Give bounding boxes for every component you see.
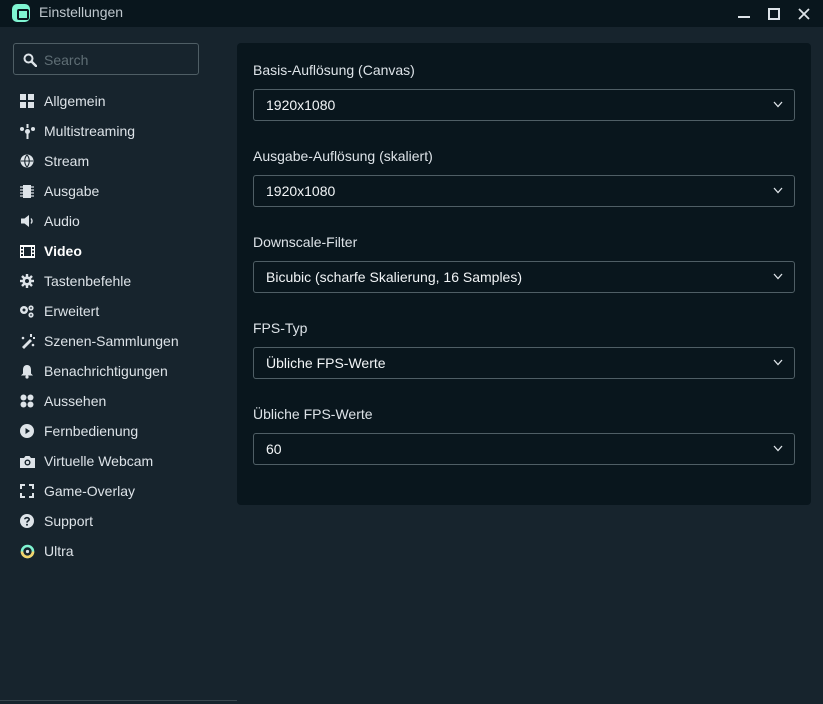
downscale-filter-select[interactable]: Bicubic (scharfe Skalierung, 16 Samples) bbox=[253, 261, 795, 293]
palette-icon bbox=[19, 393, 35, 409]
chevron-down-icon bbox=[773, 445, 783, 452]
fps-type-select[interactable]: Übliche FPS-Werte bbox=[253, 347, 795, 379]
sidebar-item-ultra[interactable]: Ultra bbox=[0, 536, 223, 566]
chevron-down-icon bbox=[773, 187, 783, 194]
ultra-icon bbox=[19, 543, 35, 559]
gear-icon bbox=[19, 273, 35, 289]
base-resolution-select[interactable]: 1920x1080 bbox=[253, 89, 795, 121]
chevron-down-icon bbox=[773, 273, 783, 280]
sidebar-item-benachrichtigungen[interactable]: Benachrichtigungen bbox=[0, 356, 223, 386]
output-resolution-label: Ausgabe-Auflösung (skaliert) bbox=[253, 148, 433, 164]
sidebar-item-label: Ultra bbox=[44, 543, 74, 559]
play-circle-icon bbox=[19, 423, 35, 439]
sidebar-item-label: Video bbox=[44, 243, 82, 259]
sidebar-item-label: Szenen-Sammlungen bbox=[44, 333, 179, 349]
base-resolution-label: Basis-Auflösung (Canvas) bbox=[253, 62, 415, 78]
bell-icon bbox=[19, 363, 35, 379]
grid-icon bbox=[19, 93, 35, 109]
sidebar-item-label: Tastenbefehle bbox=[44, 273, 132, 289]
sidebar-item-stream[interactable]: Stream bbox=[0, 146, 223, 176]
minimize-icon bbox=[738, 15, 750, 18]
sidebar: Allgemein Multistreaming Stream Ausgabe … bbox=[0, 27, 223, 704]
sidebar-item-label: Audio bbox=[44, 213, 80, 229]
minimize-button[interactable] bbox=[729, 0, 759, 27]
sidebar-item-label: Game-Overlay bbox=[44, 483, 136, 499]
video-settings-panel: Basis-Auflösung (Canvas) 1920x1080 Ausga… bbox=[237, 43, 811, 505]
select-value: 1920x1080 bbox=[266, 97, 336, 113]
sidebar-item-virtuelle-webcam[interactable]: Virtuelle Webcam bbox=[0, 446, 223, 476]
sidebar-item-aussehen[interactable]: Aussehen bbox=[0, 386, 223, 416]
downscale-filter-label: Downscale-Filter bbox=[253, 234, 358, 250]
sidebar-item-label: Erweitert bbox=[44, 303, 100, 319]
chevron-down-icon bbox=[773, 101, 783, 108]
sidebar-item-label: Aussehen bbox=[44, 393, 107, 409]
globe-icon bbox=[19, 153, 35, 169]
window-title: Einstellungen bbox=[39, 4, 124, 20]
maximize-button[interactable] bbox=[759, 0, 789, 27]
sidebar-item-allgemein[interactable]: Allgemein bbox=[0, 86, 223, 116]
sidebar-item-ausgabe[interactable]: Ausgabe bbox=[0, 176, 223, 206]
collection-icon bbox=[19, 333, 35, 349]
sidebar-item-label: Multistreaming bbox=[44, 123, 136, 139]
search-input[interactable] bbox=[44, 51, 194, 69]
sidebar-item-szenen-sammlungen[interactable]: Szenen-Sammlungen bbox=[0, 326, 223, 356]
sidebar-bottom-divider bbox=[0, 700, 237, 701]
sidebar-item-label: Benachrichtigungen bbox=[44, 363, 168, 379]
sidebar-item-tastenbefehle[interactable]: Tastenbefehle bbox=[0, 266, 223, 296]
select-value: 1920x1080 bbox=[266, 183, 336, 199]
close-button[interactable] bbox=[789, 0, 819, 27]
sidebar-item-multistreaming[interactable]: Multistreaming bbox=[0, 116, 223, 146]
sidebar-item-audio[interactable]: Audio bbox=[0, 206, 223, 236]
chip-icon bbox=[19, 183, 35, 199]
common-fps-select[interactable]: 60 bbox=[253, 433, 795, 465]
camera-icon bbox=[19, 453, 35, 469]
sidebar-item-label: Allgemein bbox=[44, 93, 106, 109]
multistream-icon bbox=[19, 123, 35, 139]
select-value: 60 bbox=[266, 441, 282, 457]
sidebar-item-game-overlay[interactable]: Game-Overlay bbox=[0, 476, 223, 506]
close-icon bbox=[798, 7, 810, 20]
output-resolution-select[interactable]: 1920x1080 bbox=[253, 175, 795, 207]
sidebar-item-erweitert[interactable]: Erweitert bbox=[0, 296, 223, 326]
sidebar-item-video[interactable]: Video bbox=[0, 236, 223, 266]
sidebar-item-label: Stream bbox=[44, 153, 90, 169]
question-icon bbox=[19, 513, 35, 529]
select-value: Bicubic (scharfe Skalierung, 16 Samples) bbox=[266, 269, 523, 285]
gears-icon bbox=[19, 303, 35, 319]
sidebar-item-label: Support bbox=[44, 513, 94, 529]
chevron-down-icon bbox=[773, 359, 783, 366]
sidebar-item-fernbedienung[interactable]: Fernbedienung bbox=[0, 416, 223, 446]
title-bar: Einstellungen bbox=[0, 0, 823, 27]
expand-icon bbox=[19, 483, 35, 499]
common-fps-label: Übliche FPS-Werte bbox=[253, 406, 373, 422]
select-value: Übliche FPS-Werte bbox=[266, 355, 386, 371]
sidebar-item-support[interactable]: Support bbox=[0, 506, 223, 536]
film-icon bbox=[19, 243, 35, 259]
sidebar-item-label: Fernbedienung bbox=[44, 423, 139, 439]
sidebar-item-label: Virtuelle Webcam bbox=[44, 453, 154, 469]
sidebar-item-label: Ausgabe bbox=[44, 183, 100, 199]
fps-type-label: FPS-Typ bbox=[253, 320, 308, 336]
search-icon bbox=[23, 53, 37, 67]
maximize-icon bbox=[768, 7, 780, 20]
speaker-icon bbox=[19, 213, 35, 229]
app-logo-icon bbox=[12, 4, 30, 22]
search-box[interactable] bbox=[13, 43, 199, 75]
